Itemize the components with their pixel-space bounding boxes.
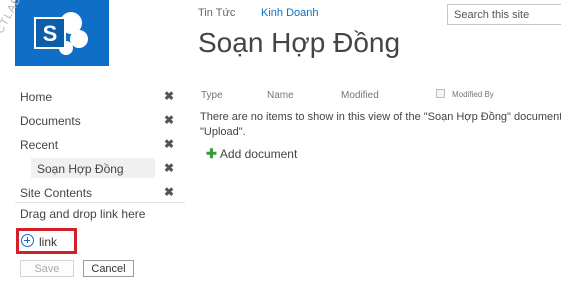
save-button[interactable]: Save [20, 260, 74, 277]
highlight-annotation [16, 228, 77, 254]
remove-icon[interactable]: ✖ [164, 113, 174, 127]
remove-icon[interactable]: ✖ [164, 185, 174, 199]
plus-icon: ✚ [206, 146, 217, 161]
nav-item-label: Documents [20, 114, 81, 128]
page-title: Soạn Hợp Đồng [198, 27, 401, 58]
empty-message: There are no items to show in this view … [200, 110, 561, 140]
column-type[interactable]: Type [201, 90, 223, 101]
sharepoint-logo[interactable]: S [15, 0, 109, 66]
top-nav-tin-tuc[interactable]: Tin Tức [198, 7, 235, 19]
nav-item-label: Recent [20, 138, 59, 152]
empty-message-line: "Upload". [200, 126, 246, 138]
add-document-link[interactable]: ✚ Add document [206, 146, 297, 162]
remove-icon[interactable]: ✖ [164, 137, 174, 151]
nav-item-label: Site Contents [20, 186, 93, 200]
column-modified-by[interactable]: Modified By [452, 90, 494, 99]
column-name[interactable]: Name [267, 90, 294, 101]
remove-icon[interactable]: ✖ [164, 161, 174, 175]
add-document-label: Add document [219, 147, 298, 161]
nav-item-label: Soạn Hợp Đồng [37, 162, 124, 176]
empty-message-line: There are no items to show in this view … [200, 111, 561, 123]
drag-drop-hint: Drag and drop link here [20, 207, 146, 221]
top-nav-kinh-doanh[interactable]: Kinh Doanh [261, 7, 319, 19]
nav-item-soan-hop-dong[interactable]: Soạn Hợp Đồng ✖ [15, 158, 185, 178]
select-all-checkbox[interactable] [436, 89, 445, 98]
remove-icon[interactable]: ✖ [164, 89, 174, 103]
sharepoint-icon: S [34, 12, 88, 55]
cancel-button[interactable]: Cancel [83, 260, 134, 277]
nav-item-label: Home [20, 90, 53, 104]
search-input[interactable]: Search this site [447, 4, 561, 25]
svg-text:S: S [43, 21, 58, 46]
column-modified[interactable]: Modified [341, 90, 379, 101]
divider [15, 202, 185, 203]
nav-item-documents[interactable]: Documents ✖ [15, 110, 185, 130]
nav-item-recent[interactable]: Recent ✖ [15, 134, 185, 154]
nav-item-site-contents[interactable]: Site Contents ✖ [15, 182, 185, 202]
nav-item-home[interactable]: Home ✖ [15, 86, 185, 106]
